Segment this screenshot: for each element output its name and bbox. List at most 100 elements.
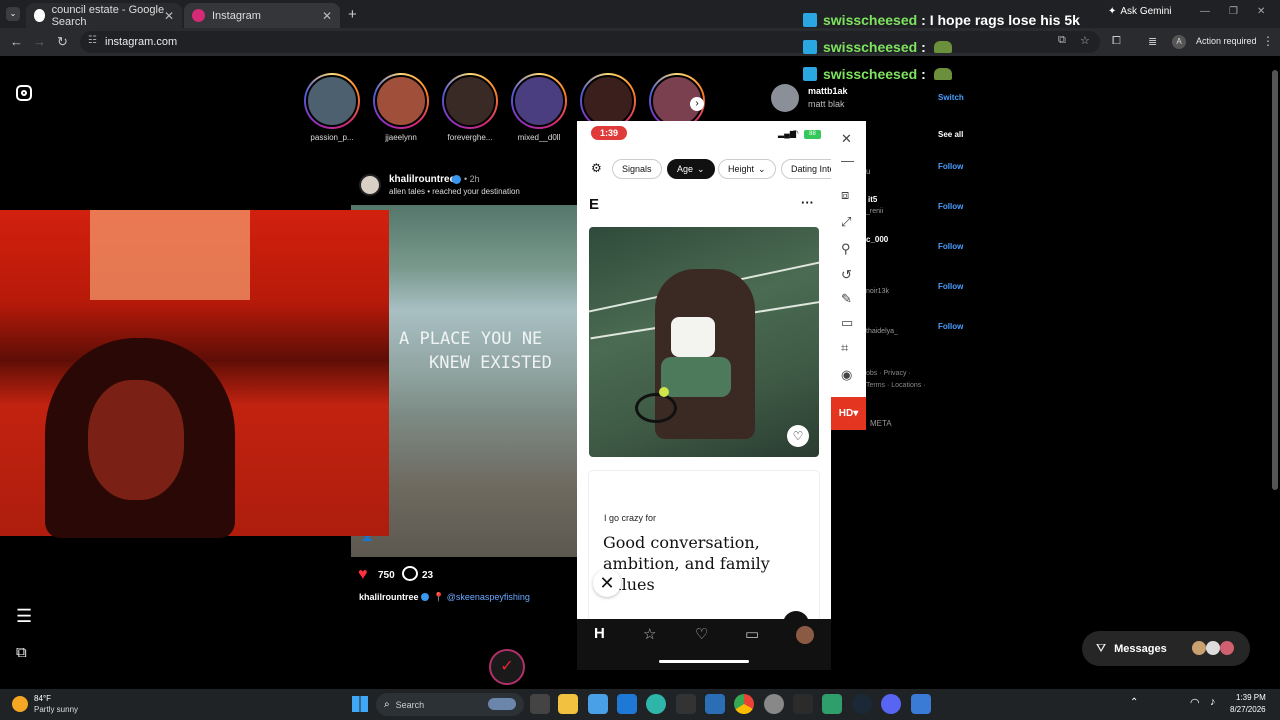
profile-avatar[interactable]: A: [1172, 35, 1186, 49]
filter-chip-height[interactable]: Height ⌄: [718, 159, 776, 179]
switch-account-button[interactable]: Switch: [938, 93, 964, 102]
ask-gemini-button[interactable]: ✦ Ask Gemini: [1108, 6, 1172, 17]
story-item[interactable]: jjaeelynn: [373, 73, 429, 142]
restore-window-button[interactable]: ❐: [1229, 6, 1238, 17]
post-author-name[interactable]: khalilrountree: [389, 174, 455, 185]
forward-icon[interactable]: →: [33, 34, 46, 49]
window-icon[interactable]: ▭: [841, 315, 853, 331]
tab-google-search[interactable]: council estate - Google Search ✕: [26, 3, 182, 28]
weather-temp[interactable]: 84°F: [34, 694, 51, 703]
story-item[interactable]: passion_p...: [304, 73, 360, 142]
chrome-icon[interactable]: [734, 694, 754, 714]
see-all-link[interactable]: See all: [938, 130, 963, 139]
minimize-icon[interactable]: —: [841, 153, 854, 168]
taskbar-app-icon[interactable]: [617, 694, 637, 714]
reading-list-icon[interactable]: ≣: [1148, 35, 1157, 48]
profile-more-icon[interactable]: ···: [801, 195, 814, 210]
tray-chevron-up-icon[interactable]: ⌃: [1130, 697, 1138, 708]
discord-icon[interactable]: [881, 694, 901, 714]
messages-button[interactable]: ⛛ Messages: [1082, 631, 1250, 666]
likes-you-icon[interactable]: ♡: [695, 625, 708, 643]
hinge-home-icon[interactable]: H: [594, 625, 605, 642]
skip-button[interactable]: ✕: [593, 569, 621, 597]
taskbar-search[interactable]: ⌕ Search: [376, 693, 524, 716]
record-icon[interactable]: ◉: [841, 367, 852, 383]
footer-links[interactable]: Terms · Locations ·: [866, 382, 926, 389]
like-photo-button[interactable]: ♡: [787, 425, 809, 447]
filter-chip-dating-intentions[interactable]: Dating Inte: [781, 159, 831, 179]
caption-location[interactable]: 📍 @skeenaspeyfishing: [433, 592, 530, 603]
extensions-icon[interactable]: ⧠: [1112, 35, 1121, 48]
install-app-icon[interactable]: ⧉: [1058, 34, 1066, 47]
filter-chip-signals[interactable]: Signals: [612, 159, 662, 179]
tab-instagram[interactable]: Instagram ✕: [184, 3, 340, 28]
hd-quality-button[interactable]: HD▾: [831, 397, 866, 430]
close-tab-icon[interactable]: ✕: [164, 9, 174, 23]
close-tab-icon[interactable]: ✕: [322, 9, 332, 23]
tray-wifi-icon[interactable]: ◠: [1190, 696, 1200, 709]
reload-icon[interactable]: ↻: [57, 34, 68, 50]
clock-time[interactable]: 1:39 PM: [1236, 693, 1266, 702]
close-window-button[interactable]: ✕: [1257, 6, 1265, 17]
chat-bubble-icon[interactable]: ▭: [745, 625, 759, 643]
filters-icon[interactable]: ⚙: [591, 161, 602, 175]
settings-gear-icon[interactable]: [764, 694, 784, 714]
profile-photo[interactable]: ♡: [589, 227, 819, 457]
action-required-button[interactable]: Action required: [1196, 36, 1257, 46]
fullscreen-icon[interactable]: ⤢: [841, 214, 851, 230]
more-menu-icon[interactable]: ☰: [16, 607, 32, 625]
reels-badge-icon[interactable]: ✓: [489, 649, 525, 685]
taskbar-app-icon[interactable]: [588, 694, 608, 714]
screenshot-icon[interactable]: ⧈: [841, 187, 849, 203]
steam-icon[interactable]: [852, 694, 872, 714]
suggestion-name[interactable]: thaidelya_: [866, 328, 898, 335]
taskbar-app-icon[interactable]: [793, 694, 813, 714]
account-avatar[interactable]: [771, 84, 799, 112]
footer-links[interactable]: obs · Privacy ·: [866, 370, 911, 377]
follow-button[interactable]: Follow: [938, 242, 963, 251]
pencil-icon[interactable]: ✎: [841, 291, 852, 307]
crop-icon[interactable]: ⌗: [841, 340, 848, 356]
new-tab-button[interactable]: +: [348, 6, 357, 23]
back-icon[interactable]: ←: [10, 34, 23, 49]
taskbar-app-icon[interactable]: [530, 694, 550, 714]
story-item[interactable]: foreverghe...: [442, 73, 498, 142]
story-item[interactable]: mixed__d0ll: [511, 73, 567, 142]
standouts-star-icon[interactable]: ☆: [643, 625, 656, 643]
follow-button[interactable]: Follow: [938, 322, 963, 331]
filter-chip-age[interactable]: Age ⌄: [667, 159, 715, 179]
taskbar-app-icon[interactable]: [705, 694, 725, 714]
caption-author[interactable]: khalilrountree: [359, 592, 419, 602]
my-profile-avatar[interactable]: [796, 626, 814, 644]
post-author-avatar[interactable]: [359, 174, 381, 196]
instagram-logo-icon[interactable]: [16, 85, 32, 101]
minimize-window-button[interactable]: —: [1200, 6, 1210, 17]
browser-menu-icon[interactable]: ⋮: [1262, 34, 1274, 48]
follow-button[interactable]: Follow: [938, 282, 963, 291]
post-audio[interactable]: allen tales • reached your destination: [389, 187, 520, 196]
page-scrollbar-thumb[interactable]: [1272, 70, 1278, 490]
follow-button[interactable]: Follow: [938, 202, 963, 211]
start-button[interactable]: [352, 696, 368, 712]
weather-icon[interactable]: [12, 696, 28, 712]
suggestion-name[interactable]: noir13k: [866, 288, 889, 295]
tab-list-menu-icon[interactable]: ⌄: [6, 7, 20, 21]
rotate-icon[interactable]: ↺: [841, 267, 852, 283]
pin-icon[interactable]: ⚲: [841, 241, 851, 257]
taskbar-app-icon[interactable]: [911, 694, 931, 714]
taskbar-app-icon[interactable]: [558, 694, 578, 714]
follow-button[interactable]: Follow: [938, 162, 963, 171]
taskbar-app-icon[interactable]: [822, 694, 842, 714]
edge-icon[interactable]: [646, 694, 666, 714]
close-icon[interactable]: ✕: [841, 131, 852, 147]
also-from-meta-icon[interactable]: ⧉: [16, 644, 27, 661]
tray-volume-icon[interactable]: ♪: [1210, 696, 1216, 708]
suggestion-name[interactable]: c_000: [866, 235, 888, 244]
account-username[interactable]: mattb1ak: [808, 86, 848, 96]
site-info-icon[interactable]: ☷: [88, 35, 97, 46]
taskbar-app-icon[interactable]: [676, 694, 696, 714]
suggestion-name[interactable]: it5: [868, 195, 877, 204]
suggestion-name[interactable]: u: [866, 167, 870, 176]
like-button[interactable]: ♥: [358, 566, 368, 584]
comment-icon[interactable]: [402, 566, 418, 581]
